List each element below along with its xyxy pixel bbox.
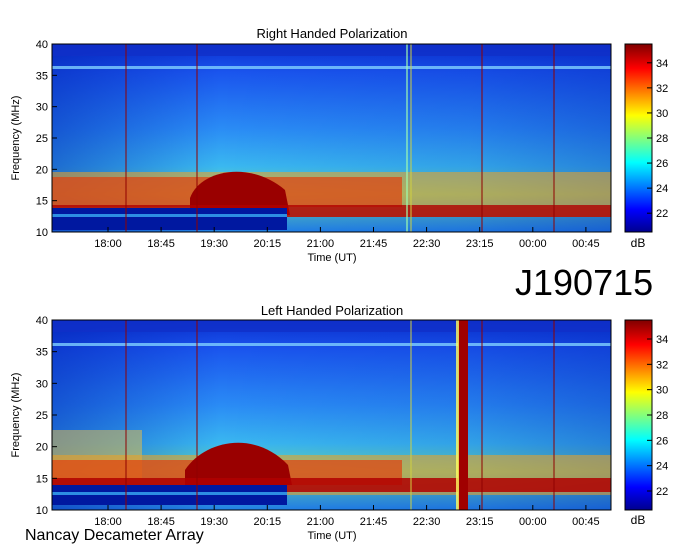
right-panel-title: Right Handed Polarization [256,26,407,41]
colorbar-tick-label: 26 [656,158,668,170]
y-tick-label: 30 [36,102,48,114]
colorbar-tick-label: 26 [656,435,668,447]
y-tick-label: 25 [36,133,48,145]
x-tick-label: 21:45 [360,516,388,528]
left-spectrogram-image [52,320,611,510]
y-tick-label: 10 [36,227,48,239]
colorbar-tick-label: 32 [656,359,668,371]
x-tick-label: 18:45 [147,238,175,250]
x-tick-label: 23:15 [466,516,494,528]
colorbar-tick-label: 30 [656,385,668,397]
y-tick-label: 40 [36,315,48,327]
colorbar-tick-label: 32 [656,83,668,95]
left-panel-title: Left Handed Polarization [261,303,403,318]
right-y-label: Frequency (MHz) [10,96,22,181]
x-tick-label: 20:15 [254,238,282,250]
footer-instrument: Nancay Decameter Array [25,527,204,544]
y-tick-label: 25 [36,410,48,422]
x-tick-label: 22:30 [413,516,441,528]
left-x-label: Time (UT) [307,530,356,542]
colorbar-tick-label: 24 [656,461,668,473]
right-colorbar-label: dB [631,236,646,250]
right-spectrogram-image [52,44,611,232]
colorbar-tick-label: 24 [656,183,668,195]
x-tick-label: 21:00 [307,238,335,250]
y-tick-label: 35 [36,347,48,359]
x-tick-label: 00:00 [519,516,547,528]
colorbar-tick-label: 28 [656,133,668,145]
colorbar-tick-label: 34 [656,58,668,70]
x-tick-label: 19:30 [200,516,228,528]
x-tick-label: 21:00 [307,516,335,528]
y-tick-label: 35 [36,70,48,82]
colorbar-tick-label: 28 [656,410,668,422]
y-tick-label: 20 [36,442,48,454]
x-tick-label: 19:30 [200,238,228,250]
colorbar-tick-label: 22 [656,486,668,498]
colorbar-tick-label: 34 [656,334,668,346]
observation-id: J190715 [515,262,654,303]
right-x-label: Time (UT) [307,252,356,264]
x-tick-label: 23:15 [466,238,494,250]
x-tick-label: 22:30 [413,238,441,250]
y-tick-label: 20 [36,164,48,176]
colorbar-tick-label: 30 [656,108,668,120]
y-tick-label: 40 [36,39,48,51]
y-tick-label: 10 [36,505,48,517]
x-tick-label: 21:45 [360,238,388,250]
y-tick-label: 30 [36,378,48,390]
x-tick-label: 18:00 [94,238,122,250]
x-tick-label: 00:45 [572,238,600,250]
x-tick-label: 00:45 [572,516,600,528]
y-tick-label: 15 [36,473,48,485]
right-polarization-panel: Right Handed Polarization 18:00 18:45 19:3… [10,26,668,264]
x-tick-label: 00:00 [519,238,547,250]
colorbar-tick-label: 22 [656,208,668,220]
y-tick-label: 15 [36,196,48,208]
left-y-label: Frequency (MHz) [10,373,22,458]
left-colorbar-label: dB [631,513,646,527]
left-polarization-panel: Left Handed Polarization 18:00 18:45 19:30… [10,303,668,542]
x-tick-label: 20:15 [254,516,282,528]
